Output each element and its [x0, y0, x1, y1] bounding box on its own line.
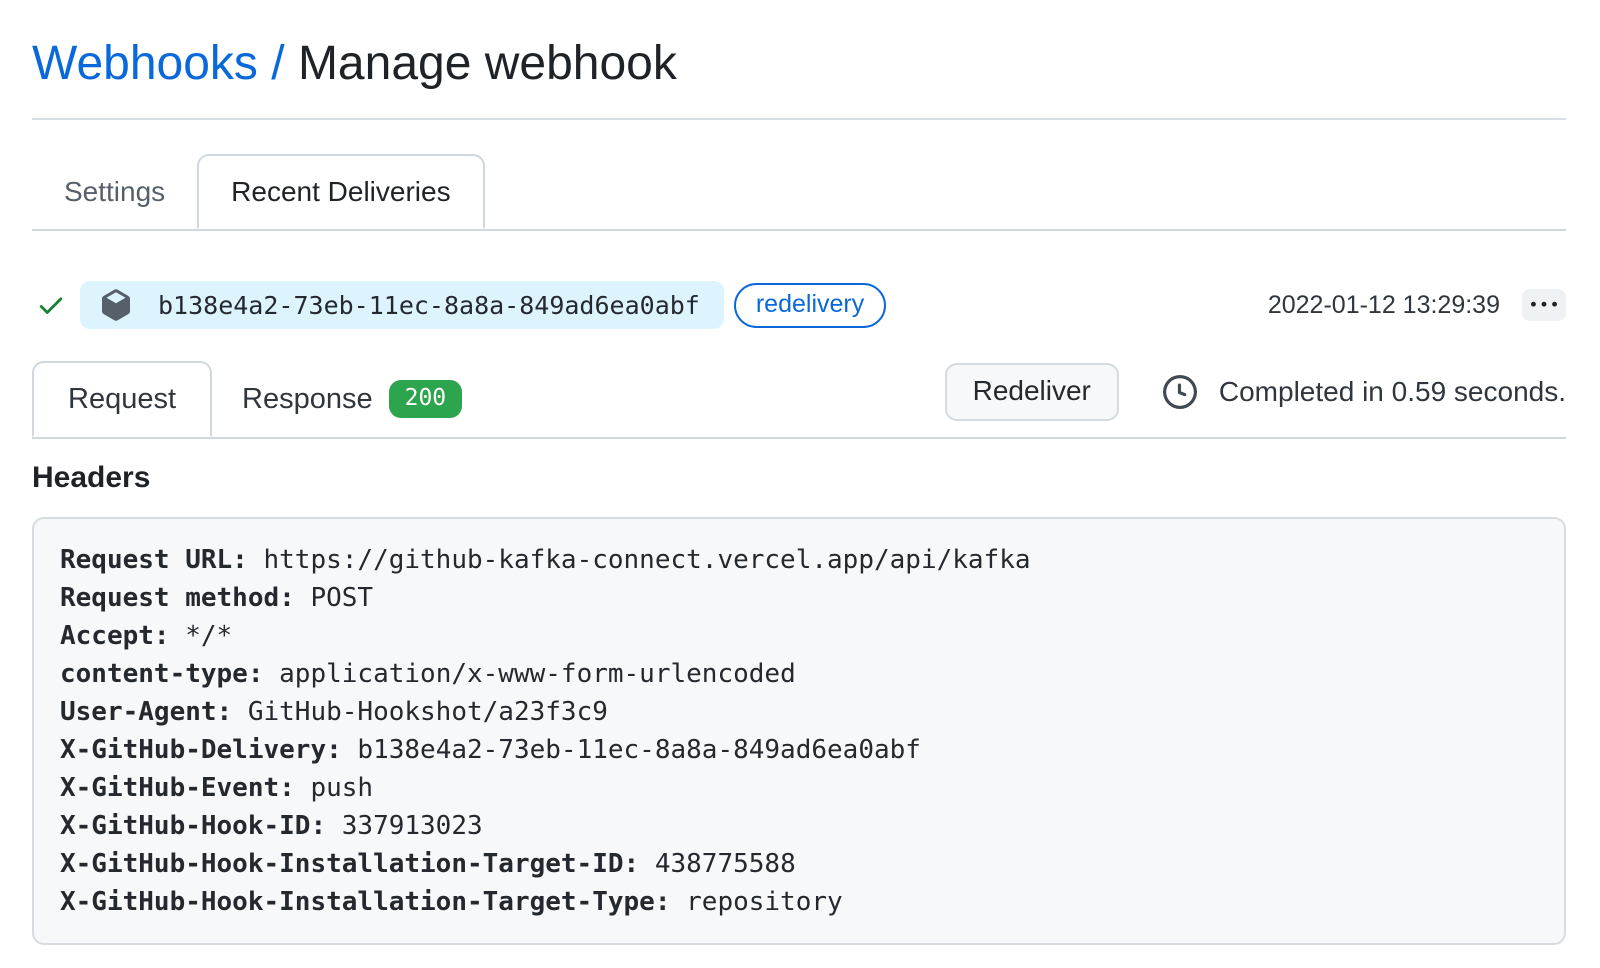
- webhook-delivery-page: Webhooks / Manage webhook Settings Recen…: [0, 0, 1600, 945]
- header-value: application/x-www-form-urlencoded: [279, 659, 796, 689]
- header-value: GitHub-Hookshot/a23f3c9: [248, 697, 608, 727]
- header-line: Request URL: https://github-kafka-connec…: [60, 541, 1538, 579]
- title-divider: [32, 118, 1566, 120]
- delivery-actions: Redeliver Completed in 0.59 seconds.: [945, 361, 1566, 437]
- tab-response-label: Response: [242, 383, 373, 416]
- header-key: Request method:: [60, 583, 295, 613]
- header-value: 337913023: [342, 811, 483, 841]
- tab-request[interactable]: Request: [32, 361, 212, 437]
- header-value: */*: [185, 621, 232, 651]
- header-value: repository: [686, 887, 843, 917]
- header-value: b138e4a2-73eb-11ec-8a8a-849ad6ea0abf: [357, 735, 921, 765]
- header-line: X-GitHub-Hook-ID: 337913023: [60, 807, 1538, 845]
- headers-section-title: Headers: [32, 461, 1566, 495]
- delivery-timestamp: 2022-01-12 13:29:39: [1268, 291, 1500, 320]
- clock-icon: [1163, 375, 1197, 409]
- header-line: X-GitHub-Delivery: b138e4a2-73eb-11ec-8a…: [60, 731, 1538, 769]
- header-value: 438775588: [655, 849, 796, 879]
- header-line: Request method: POST: [60, 579, 1538, 617]
- redeliver-button[interactable]: Redeliver: [945, 363, 1119, 421]
- request-headers-block: Request URL: https://github-kafka-connec…: [32, 517, 1566, 945]
- header-key: content-type:: [60, 659, 264, 689]
- header-line: X-GitHub-Hook-Installation-Target-ID: 43…: [60, 845, 1538, 883]
- webhook-tabnav: Settings Recent Deliveries: [32, 154, 1566, 231]
- header-line: X-GitHub-Hook-Installation-Target-Type: …: [60, 883, 1538, 921]
- header-key: X-GitHub-Hook-Installation-Target-ID:: [60, 849, 639, 879]
- request-response-bar: Request Response 200 Redeliver Completed…: [32, 361, 1566, 439]
- header-value: push: [310, 773, 373, 803]
- header-key: X-GitHub-Hook-ID:: [60, 811, 326, 841]
- header-line: User-Agent: GitHub-Hookshot/a23f3c9: [60, 693, 1538, 731]
- delivery-row: b138e4a2-73eb-11ec-8a8a-849ad6ea0abf red…: [32, 281, 1566, 329]
- delivery-options-button[interactable]: [1522, 289, 1566, 321]
- header-key: Accept:: [60, 621, 170, 651]
- check-icon: [36, 290, 66, 320]
- header-key: User-Agent:: [60, 697, 232, 727]
- redelivery-badge: redelivery: [734, 283, 886, 328]
- kebab-horizontal-icon: [1531, 292, 1557, 318]
- header-key: X-GitHub-Hook-Installation-Target-Type:: [60, 887, 670, 917]
- delivery-guid: b138e4a2-73eb-11ec-8a8a-849ad6ea0abf: [158, 291, 700, 320]
- header-value: https://github-kafka-connect.vercel.app/…: [264, 545, 1031, 575]
- package-icon: [100, 289, 132, 321]
- header-line: Accept: */*: [60, 617, 1538, 655]
- completed-duration-text: Completed in 0.59 seconds.: [1219, 376, 1566, 408]
- header-key: Request URL:: [60, 545, 248, 575]
- tab-response[interactable]: Response 200: [212, 361, 492, 437]
- tab-recent-deliveries[interactable]: Recent Deliveries: [197, 154, 484, 229]
- page-title: Webhooks / Manage webhook: [32, 36, 1566, 92]
- header-line: content-type: application/x-www-form-url…: [60, 655, 1538, 693]
- header-key: X-GitHub-Event:: [60, 773, 295, 803]
- header-line: X-GitHub-Event: push: [60, 769, 1538, 807]
- header-value: POST: [310, 583, 373, 613]
- delivery-guid-toggle[interactable]: b138e4a2-73eb-11ec-8a8a-849ad6ea0abf: [80, 281, 724, 329]
- webhooks-breadcrumb-link[interactable]: Webhooks /: [32, 37, 298, 90]
- response-status-badge: 200: [389, 380, 463, 418]
- tab-settings[interactable]: Settings: [32, 154, 197, 229]
- breadcrumb-current: Manage webhook: [298, 37, 677, 90]
- header-key: X-GitHub-Delivery:: [60, 735, 342, 765]
